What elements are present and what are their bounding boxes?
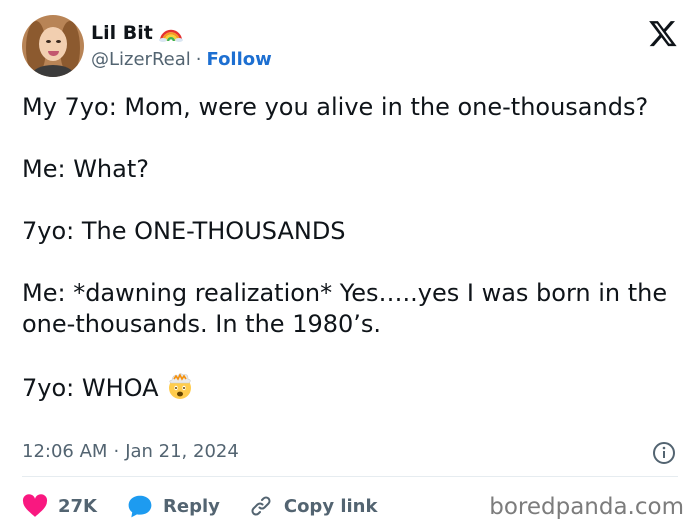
watermark: boredpanda.com <box>489 494 684 520</box>
divider <box>22 476 678 477</box>
display-name[interactable]: Lil Bit <box>91 22 153 44</box>
link-icon <box>251 496 271 516</box>
tweet-paragraph: Me: What? <box>22 155 149 183</box>
tweet-actions: 27K Reply Copy link <box>22 492 377 520</box>
reply-bubble-icon <box>128 495 152 518</box>
avatar[interactable] <box>22 15 84 77</box>
tweet-paragraph: My 7yo: Mom, were you alive in the one-t… <box>22 93 649 121</box>
like-button[interactable]: 27K <box>22 494 97 518</box>
like-count: 27K <box>58 495 97 517</box>
avatar-eye <box>46 40 51 43</box>
exploding-head-emoji-icon <box>168 373 191 399</box>
author-handle[interactable]: @LizerReal <box>91 49 191 70</box>
reply-label: Reply <box>163 495 220 517</box>
rainbow-icon <box>158 29 183 42</box>
copy-link-label: Copy link <box>283 495 378 517</box>
avatar-eye <box>56 40 61 43</box>
separator: · <box>113 441 120 462</box>
tweet-header: Lil Bit @LizerReal · Follow <box>22 14 272 78</box>
tweet-paragraph: Me: *dawning realization* Yes…..yes I wa… <box>22 279 668 338</box>
handle-row: @LizerReal · Follow <box>91 46 272 72</box>
tweet-paragraph: 7yo: WHOA <box>22 374 159 402</box>
x-logo-icon[interactable] <box>648 18 678 48</box>
info-icon[interactable] <box>652 441 676 465</box>
copy-link-button[interactable]: Copy link <box>248 494 378 518</box>
follow-link[interactable]: Follow <box>207 49 272 70</box>
tweet-meta: 12:06 AM · Jan 21, 2024 <box>22 441 239 462</box>
author-info: Lil Bit @LizerReal · Follow <box>91 20 272 72</box>
display-name-row: Lil Bit <box>91 20 272 46</box>
tweet-time[interactable]: 12:06 AM <box>22 441 107 462</box>
reply-button[interactable]: Reply <box>127 494 220 518</box>
tweet-paragraph: 7yo: The ONE-THOUSANDS <box>22 217 346 245</box>
tweet-date[interactable]: Jan 21, 2024 <box>125 441 239 462</box>
tweet-paragraph-last: 7yo: WHOA <box>22 371 682 404</box>
separator: · <box>195 48 202 70</box>
tweet-text: My 7yo: Mom, were you alive in the one-t… <box>22 92 682 404</box>
heart-icon <box>22 494 48 517</box>
tweet-card: Lil Bit @LizerReal · Follow My 7yo: Mom,… <box>0 0 700 532</box>
